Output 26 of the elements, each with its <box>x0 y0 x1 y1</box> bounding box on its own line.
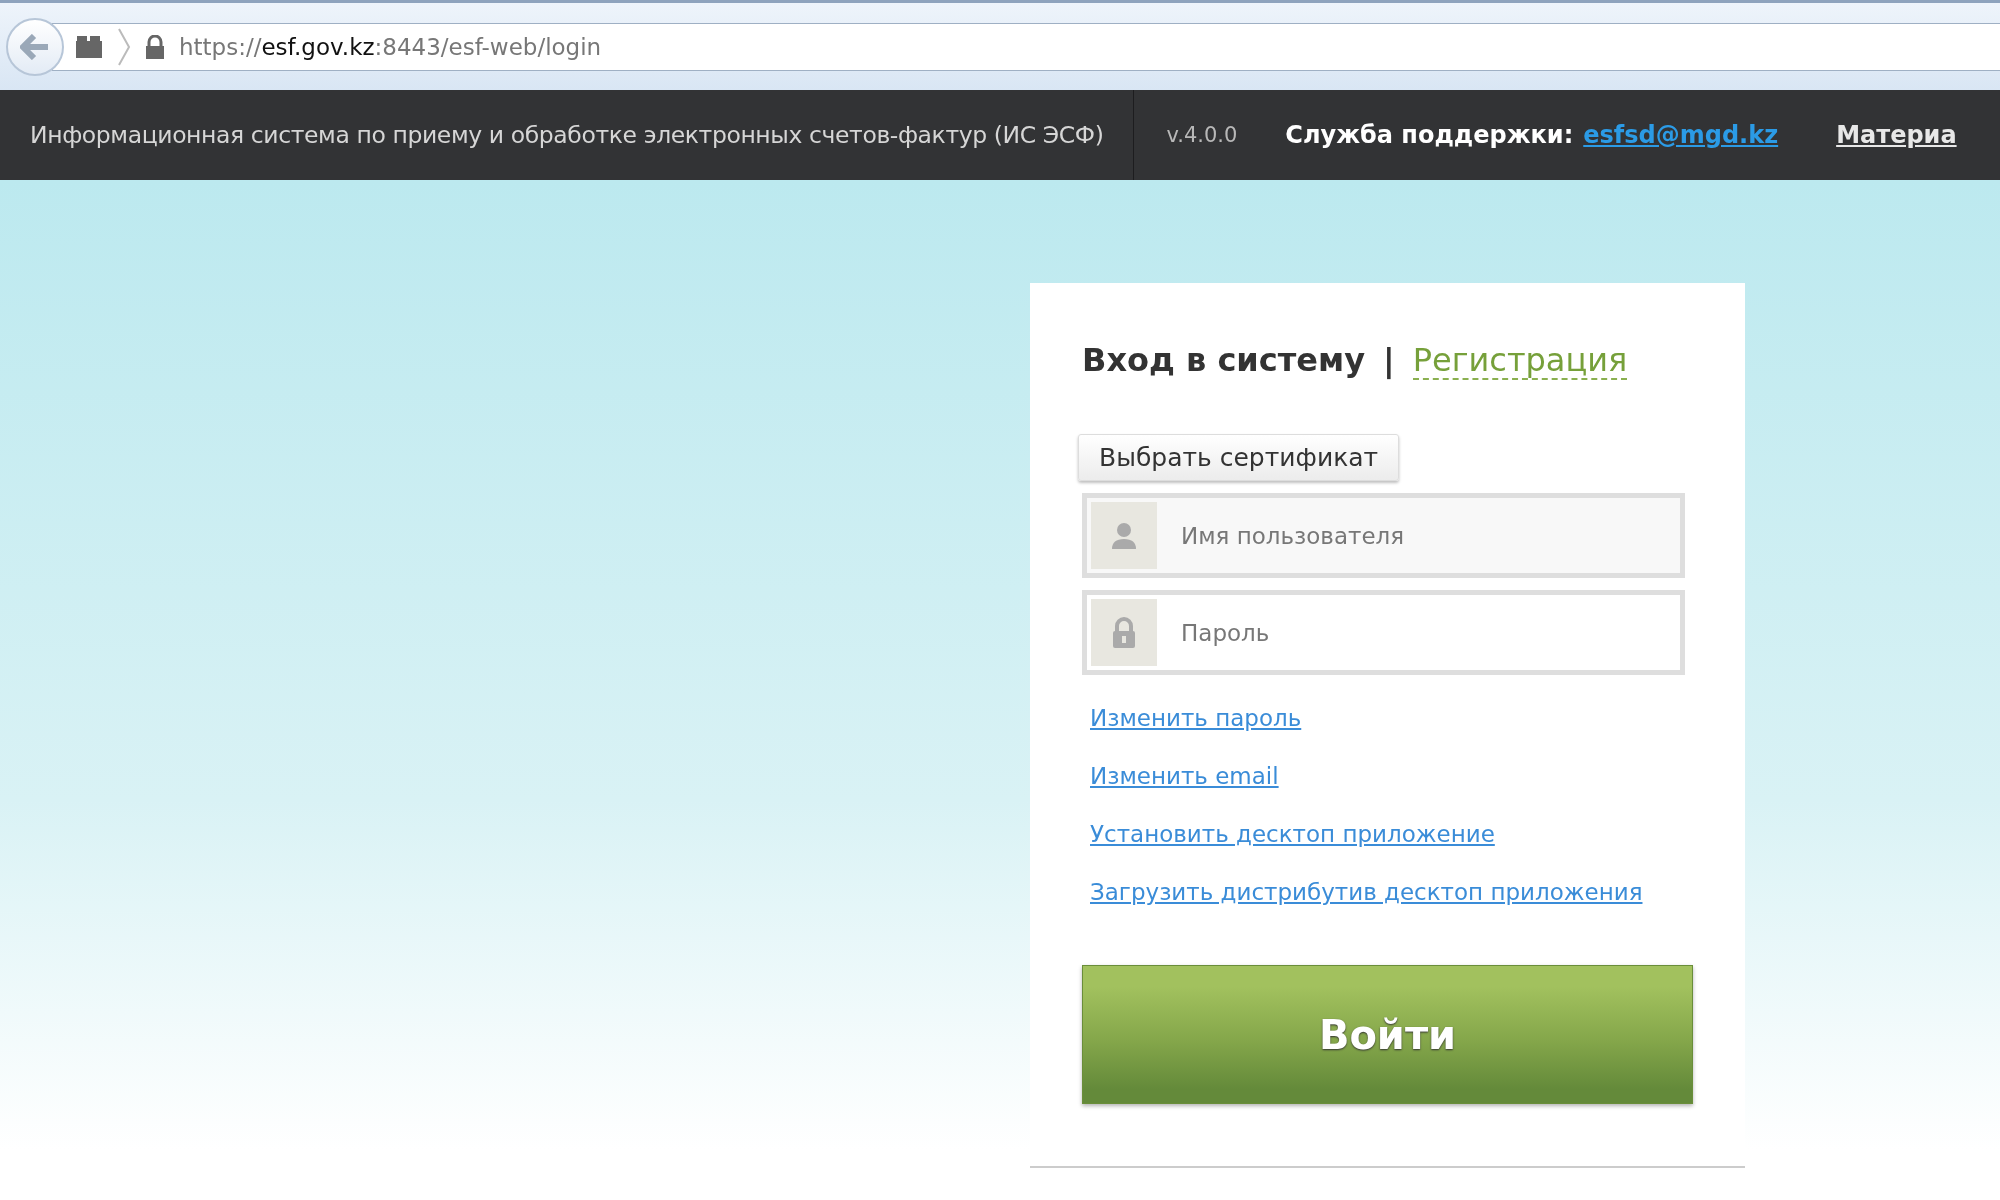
username-input[interactable]: Имя пользователя <box>1179 521 1676 550</box>
support-label: Служба поддержки: <box>1285 121 1574 149</box>
address-bar[interactable]: https://esf.gov.kz:8443/esf-web/login <box>52 22 2000 71</box>
version-label: v.4.0.0 <box>1165 123 1239 147</box>
url-text: https://esf.gov.kz:8443/esf-web/login <box>179 33 602 60</box>
tabs-icon[interactable] <box>75 34 103 59</box>
login-button[interactable]: Войти <box>1082 965 1693 1105</box>
password-field[interactable]: Пароль <box>1082 590 1685 676</box>
back-arrow-icon <box>20 33 50 60</box>
register-tab[interactable]: Регистрация <box>1412 343 1628 381</box>
login-tab[interactable]: Вход в систему <box>1082 341 1365 379</box>
lock-icon <box>145 34 165 59</box>
tab-separator: | <box>1383 341 1395 379</box>
support-email-link[interactable]: esfsd@mgd.kz <box>1583 121 1779 149</box>
action-link[interactable]: Загрузить дистрибутив десктоп приложения <box>1090 879 1643 906</box>
system-title: Информационная система по приему и обработке электронных счетов-фактур (ИС ЭСФ) <box>29 121 1105 149</box>
action-link[interactable]: Изменить email <box>1090 763 1279 790</box>
password-input[interactable]: Пароль <box>1179 618 1676 647</box>
action-link[interactable]: Установить десктоп приложение <box>1090 821 1495 848</box>
action-link[interactable]: Изменить пароль <box>1090 705 1302 732</box>
username-field[interactable]: Имя пользователя <box>1082 493 1685 579</box>
lock-icon <box>1112 616 1136 649</box>
select-certificate-button[interactable]: Выбрать сертификат <box>1078 434 1400 482</box>
materials-link[interactable]: Материа <box>1836 121 1957 149</box>
chevron-icon <box>117 26 131 67</box>
user-icon <box>1111 521 1137 550</box>
